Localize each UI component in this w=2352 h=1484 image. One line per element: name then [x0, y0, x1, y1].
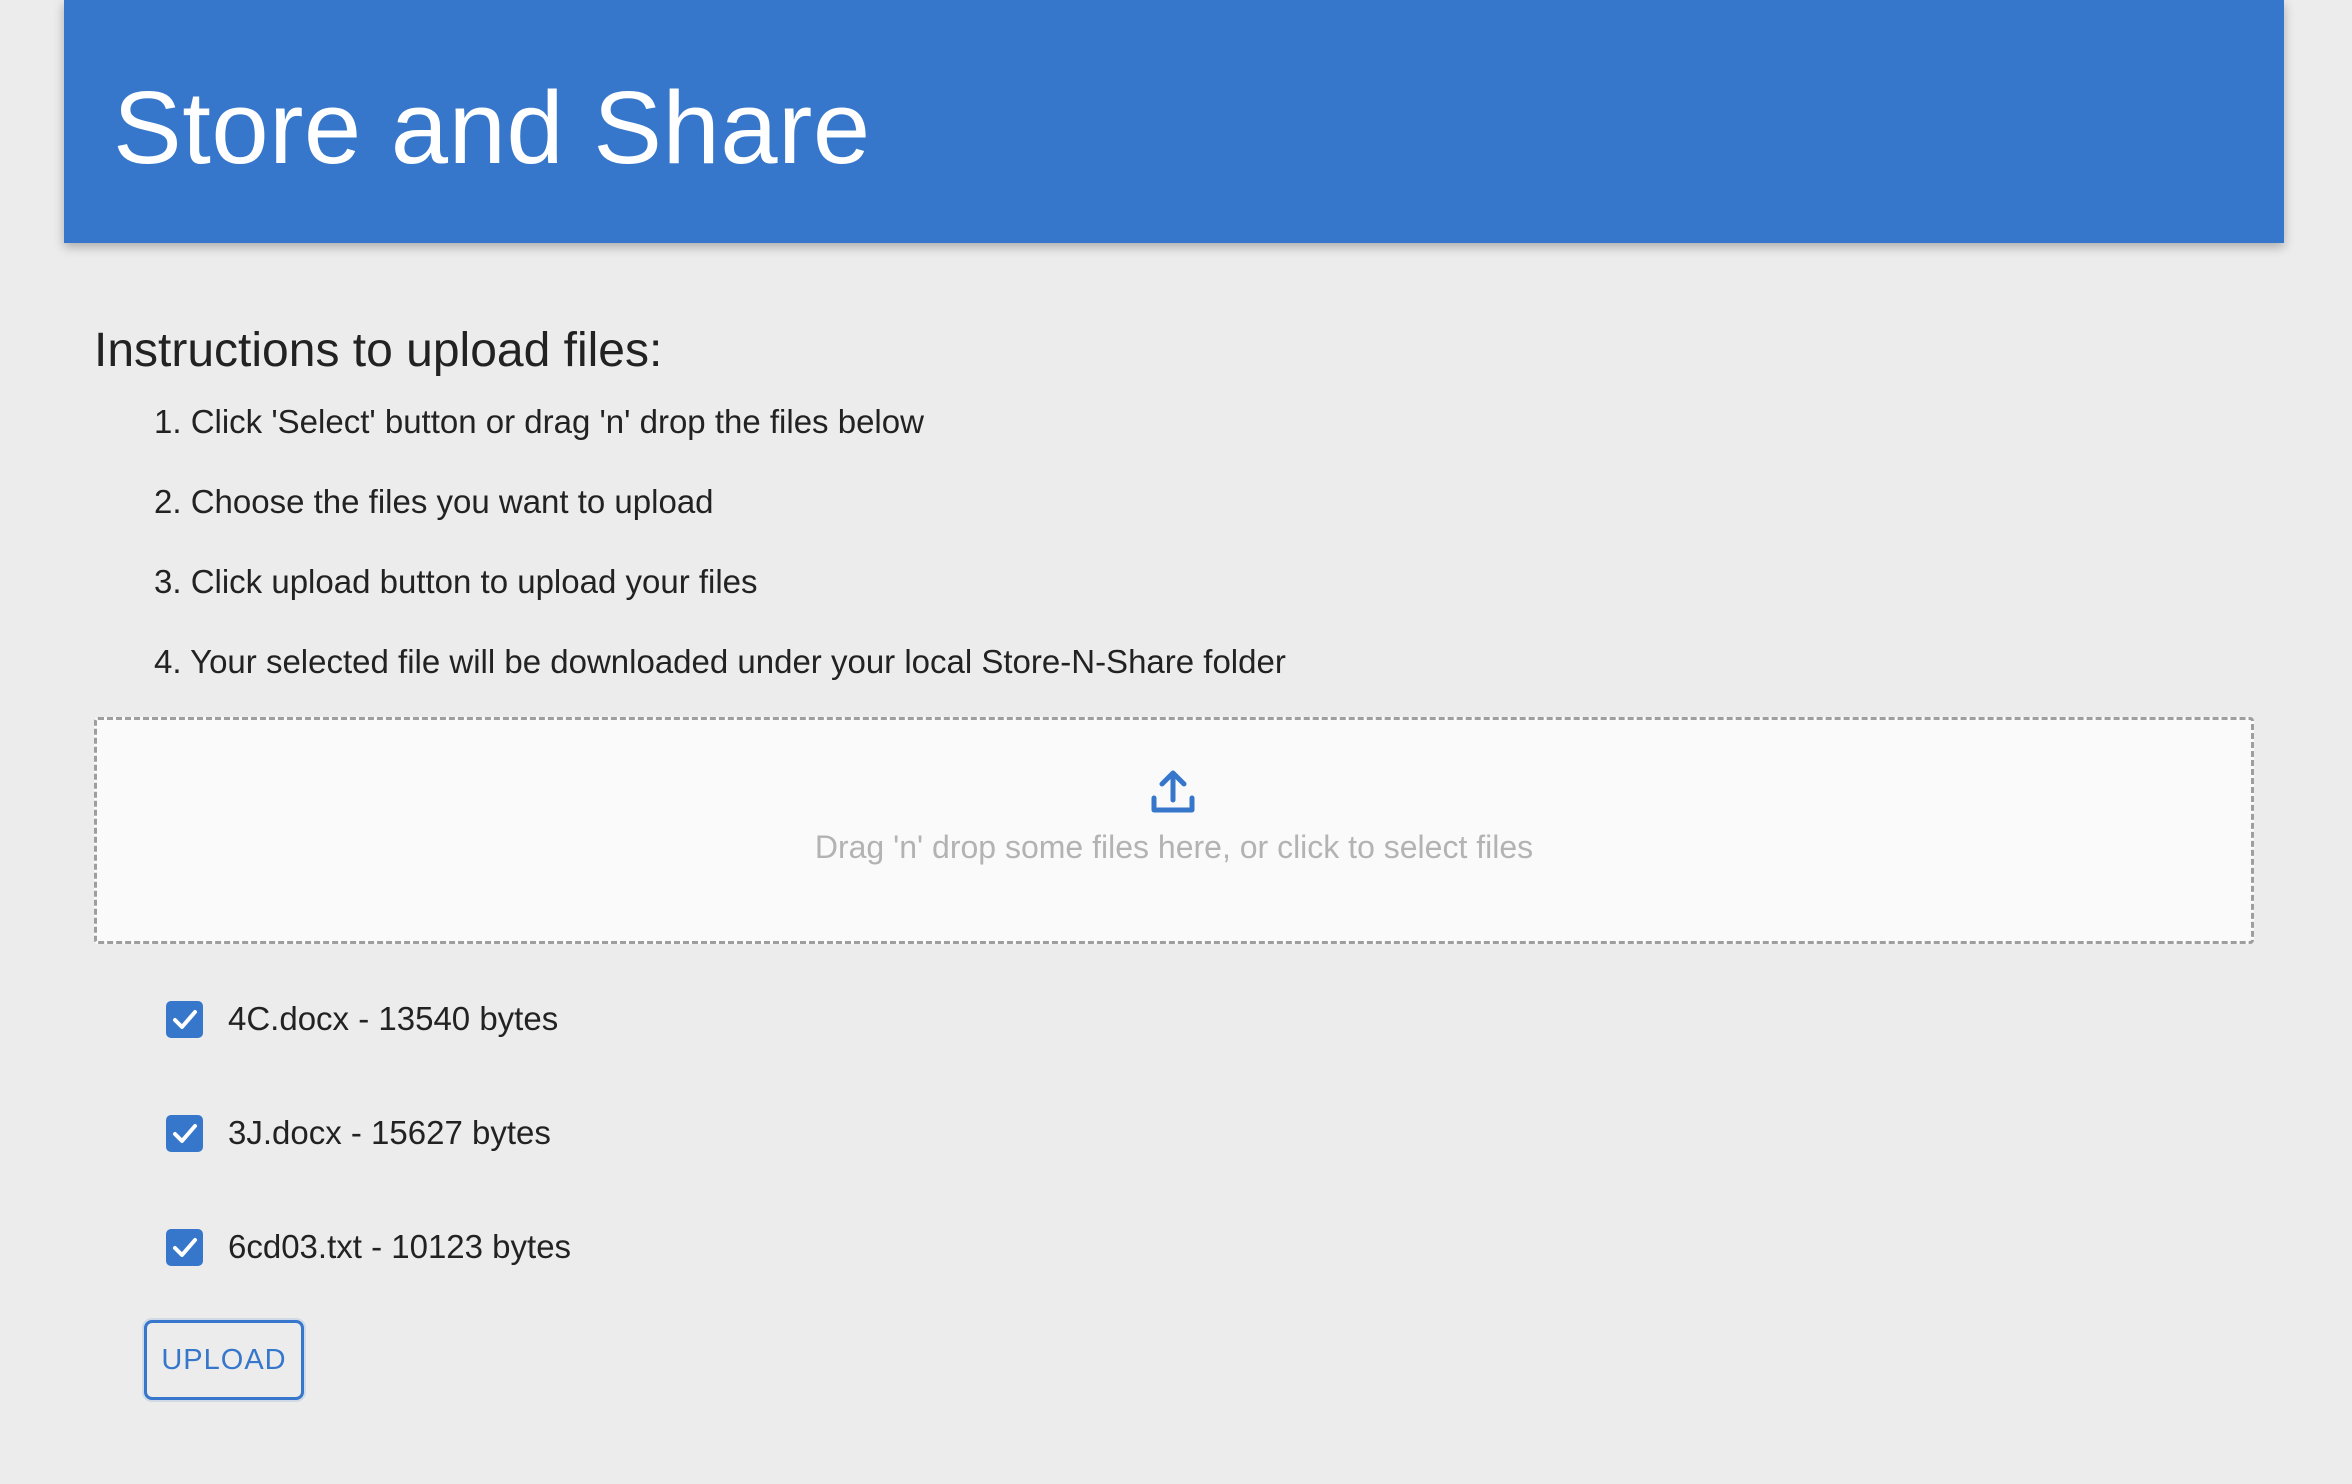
upload-button[interactable]: UPLOAD [144, 1320, 304, 1400]
instruction-step-3: 3. Click upload button to upload your fi… [154, 563, 758, 600]
file-label: 6cd03.txt - 10123 bytes [228, 1228, 572, 1265]
dropzone-text: Drag 'n' drop some files here, or click … [814, 829, 1534, 865]
file-label: 4C.docx - 13540 bytes [228, 1000, 559, 1037]
app-header: Store and Share [64, 0, 2284, 243]
instruction-step-1: 1. Click 'Select' button or drag 'n' dro… [154, 403, 924, 440]
instruction-step-2: 2. Choose the files you want to upload [154, 483, 714, 520]
file-label: 3J.docx - 15627 bytes [228, 1114, 551, 1151]
checkmark-icon [173, 1238, 197, 1257]
instruction-step-4: 4. Your selected file will be downloaded… [154, 643, 1286, 680]
instructions-list: 1. Click 'Select' button or drag 'n' dro… [154, 400, 1286, 720]
file-checkbox[interactable] [166, 1001, 203, 1038]
upload-icon [1149, 770, 1197, 814]
file-checkbox[interactable] [166, 1115, 203, 1152]
app-title: Store and Share [113, 70, 871, 185]
file-checkbox[interactable] [166, 1229, 203, 1266]
instructions-heading: Instructions to upload files: [94, 324, 663, 377]
checkmark-icon [173, 1010, 197, 1029]
checkmark-icon [173, 1124, 197, 1143]
